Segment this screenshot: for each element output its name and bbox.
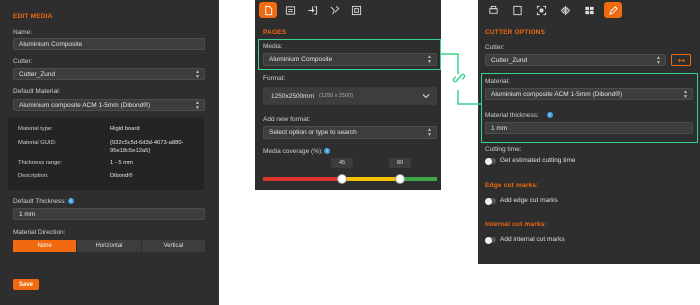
coverage-low-value[interactable]: 45 bbox=[331, 158, 353, 168]
thickness-range-value: 1 - 5 mm bbox=[110, 160, 133, 166]
edit-media-title: EDIT MEDIA bbox=[13, 13, 53, 20]
coverage-label: Media coverage (%): bbox=[263, 148, 323, 155]
select-arrows-icon: ▲ ▼ bbox=[656, 55, 661, 66]
cutter-value: Cutter_Zund bbox=[19, 70, 56, 78]
format-select[interactable]: 1250x2500mm (1250 x 2500) bbox=[263, 87, 437, 105]
coverage-low-handle[interactable] bbox=[337, 174, 347, 184]
internal-cut-marks-toggle-label: Add internal cut marks bbox=[500, 236, 565, 243]
pages-toolbar bbox=[255, 0, 365, 20]
info-icon[interactable]: i bbox=[68, 198, 74, 204]
edge-cut-marks-toggle-label: Add edge cut marks bbox=[500, 197, 558, 204]
pages-title: PAGES bbox=[263, 29, 287, 36]
cutter-settings-icon bbox=[677, 58, 685, 62]
material-guid-label: Material GUID: bbox=[18, 140, 57, 146]
default-thickness-label: Default Thickness: bbox=[13, 198, 67, 205]
coverage-high-value[interactable]: 80 bbox=[389, 158, 411, 168]
cutting-time-toggle-label: Get estimated cutting time bbox=[500, 157, 576, 164]
page-icon[interactable] bbox=[508, 2, 526, 18]
material-guid-line2: 95e18c5e12a5} bbox=[110, 148, 151, 154]
cutter-label: Cutter: bbox=[13, 58, 33, 65]
description-value: Dibond® bbox=[110, 173, 133, 179]
material-direction-label: Material Direction: bbox=[13, 229, 66, 236]
cutter-settings-button[interactable] bbox=[671, 54, 691, 66]
default-thickness-value: 1 mm bbox=[19, 210, 36, 218]
default-material-label: Default Material: bbox=[13, 88, 61, 95]
material-guid-line1: {932c5c5d-6d3d-4073-a880- bbox=[110, 140, 184, 146]
import-icon[interactable] bbox=[303, 2, 321, 18]
save-button[interactable]: Save bbox=[13, 279, 39, 290]
format-size-detail: (1250 x 2500) bbox=[319, 93, 353, 99]
pen-icon[interactable] bbox=[604, 2, 622, 18]
printer-icon[interactable] bbox=[484, 2, 502, 18]
direction-vertical-option[interactable]: Vertical bbox=[140, 240, 205, 252]
internal-cut-marks-title: Internal cut marks: bbox=[485, 221, 547, 228]
coverage-bar-green bbox=[400, 177, 437, 181]
cutter-value: Cutter_Zund bbox=[491, 56, 528, 64]
fit-icon[interactable] bbox=[532, 2, 550, 18]
direction-none-option[interactable]: None bbox=[13, 240, 77, 252]
select-arrows-icon: ▲ ▼ bbox=[195, 100, 200, 111]
grid-icon[interactable] bbox=[580, 2, 598, 18]
coverage-bar-yellow bbox=[342, 177, 400, 181]
material-highlight bbox=[481, 73, 698, 143]
coverage-high-handle[interactable] bbox=[395, 174, 405, 184]
cutting-time-toggle[interactable] bbox=[485, 157, 496, 165]
media-highlight bbox=[258, 39, 441, 70]
cutter-toolbar bbox=[478, 0, 622, 20]
add-format-placeholder: Select option or type to search bbox=[269, 129, 357, 136]
add-format-label: Add new format: bbox=[263, 116, 311, 123]
select-arrows-icon: ▲ ▼ bbox=[427, 127, 432, 138]
material-details-box: Material type: Rigid board Material GUID… bbox=[8, 117, 204, 190]
edge-cut-marks-title: Edge cut marks: bbox=[485, 182, 539, 189]
material-direction-control: None Horizontal Vertical bbox=[13, 240, 205, 252]
description-label: Description: bbox=[18, 173, 49, 179]
name-label: Name: bbox=[13, 29, 33, 36]
document-icon[interactable] bbox=[259, 2, 277, 18]
thickness-range-label: Thickness range: bbox=[18, 160, 63, 166]
frame-icon[interactable] bbox=[347, 2, 365, 18]
direction-horizontal-option[interactable]: Horizontal bbox=[76, 240, 141, 252]
default-thickness-input[interactable]: 1 mm bbox=[13, 208, 205, 220]
default-material-select[interactable]: Aluminium composite ACM 1-5mm (Dibond®) … bbox=[13, 99, 205, 111]
cutter-select[interactable]: Cutter_Zund ▲ ▼ bbox=[13, 68, 205, 80]
cutting-time-label: Cutting time: bbox=[485, 146, 522, 153]
mirror-icon[interactable] bbox=[556, 2, 574, 18]
add-format-search[interactable]: Select option or type to search ▲ ▼ bbox=[263, 126, 437, 139]
name-input[interactable]: Aluminium Composite bbox=[13, 38, 205, 50]
edge-cut-marks-toggle[interactable] bbox=[485, 197, 496, 205]
format-label: Format: bbox=[263, 75, 286, 82]
default-material-value: Aluminium composite ACM 1-5mm (Dibond®) bbox=[19, 101, 151, 109]
format-value: 1250x2500mm bbox=[271, 92, 314, 100]
list-icon[interactable] bbox=[281, 2, 299, 18]
material-type-value: Rigid board bbox=[110, 126, 140, 132]
chevron-down-icon bbox=[422, 94, 430, 99]
material-type-label: Material type: bbox=[18, 126, 53, 132]
name-value: Aluminium Composite bbox=[19, 40, 83, 48]
edit-media-panel: EDIT MEDIA Name: Aluminium Composite Cut… bbox=[0, 0, 219, 305]
select-arrows-icon: ▲ ▼ bbox=[195, 69, 200, 80]
cutter-select[interactable]: Cutter_Zund ▲ ▼ bbox=[485, 54, 666, 66]
cutter-label: Cutter: bbox=[485, 44, 505, 51]
cutter-options-title: CUTTER OPTIONS bbox=[485, 29, 546, 36]
link-icon bbox=[452, 73, 466, 83]
info-icon[interactable]: i bbox=[324, 148, 330, 154]
coverage-bar-red bbox=[263, 177, 342, 181]
internal-cut-marks-toggle[interactable] bbox=[485, 236, 496, 244]
tools-icon[interactable] bbox=[325, 2, 343, 18]
